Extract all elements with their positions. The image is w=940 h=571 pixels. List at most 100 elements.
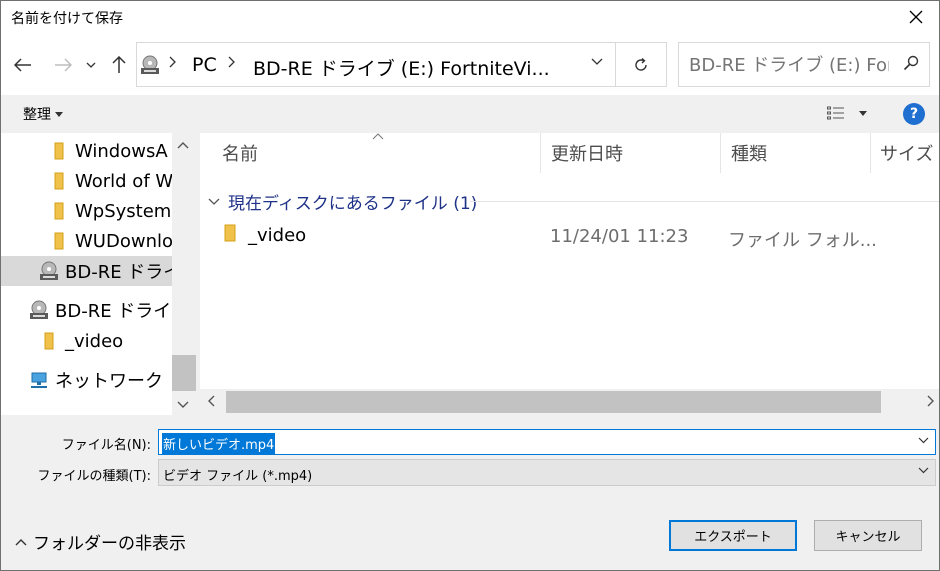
file-list: 名前 更新日時 種類 サイズ 現在ディスクにあるファイル (1) _video … — [200, 133, 939, 415]
group-header[interactable]: 現在ディスクにあるファイル (1) — [208, 189, 939, 214]
column-header-size[interactable]: サイズ — [870, 133, 939, 173]
tree-item-wpsystem[interactable]: WpSystem — [49, 196, 171, 226]
search-icon — [903, 55, 919, 71]
tree-item-label: BD-RE ドライブ — [55, 301, 190, 322]
file-type: ファイル フォル... — [728, 230, 877, 251]
hide-folders-button[interactable]: フォルダーの非表示 — [15, 529, 186, 554]
close-icon — [909, 10, 923, 24]
chevron-up-icon[interactable] — [177, 141, 189, 149]
filetype-value: ビデオ ファイル (*.mp4) — [163, 469, 313, 484]
tree-item-label: ネットワーク — [55, 371, 163, 392]
scrollbar-thumb[interactable] — [226, 391, 881, 413]
bd-drive-icon — [39, 261, 59, 281]
scrollbar-thumb[interactable] — [172, 355, 196, 391]
file-date: 11/24/01 11:23 — [550, 226, 689, 247]
navigation-bar: PC BD-RE ドライブ (E:) FortniteVi... — [1, 33, 939, 95]
tree-item-label: WpSystem — [75, 200, 172, 222]
chevron-down-icon[interactable] — [918, 437, 929, 444]
breadcrumb-pc[interactable]: PC — [192, 54, 217, 76]
column-date-label: 更新日時 — [551, 144, 623, 165]
up-button[interactable] — [105, 51, 133, 79]
chevron-down-icon — [86, 62, 96, 68]
tree-item-windowsa[interactable]: WindowsA — [49, 136, 168, 166]
organize-button[interactable]: 整理 — [23, 104, 63, 124]
bd-drive-icon — [29, 300, 49, 320]
cancel-button[interactable]: キャンセル — [814, 520, 922, 551]
tree-item-label: WUDownlo — [75, 230, 173, 252]
column-name-label: 名前 — [222, 144, 258, 165]
save-form: ファイル名(N): 新しいビデオ.mp4 ファイルの種類(T): ビデオ ファイ… — [1, 415, 939, 570]
horizontal-scrollbar[interactable] — [200, 389, 939, 415]
arrow-up-icon — [112, 56, 126, 73]
tree-item-network[interactable]: ネットワーク — [29, 365, 163, 395]
filetype-label: ファイルの種類(T): — [37, 469, 151, 484]
filetype-select[interactable]: ビデオ ファイル (*.mp4) — [158, 459, 936, 486]
folder-icon — [49, 201, 69, 221]
save-dialog: 名前を付けて保存 PC BD-RE ドライブ (E:) FortniteVi..… — [0, 0, 940, 571]
column-size-label: サイズ — [880, 144, 934, 165]
filename-input[interactable]: 新しいビデオ.mp4 — [158, 429, 936, 455]
arrow-right-icon — [55, 58, 72, 72]
folder-icon — [39, 331, 59, 351]
breadcrumb-drive[interactable]: BD-RE ドライブ (E:) FortniteVi... — [253, 54, 550, 81]
caret-down-icon — [55, 111, 63, 117]
hide-folders-label: フォルダーの非表示 — [33, 534, 186, 554]
tree-item-world-of-w[interactable]: World of W — [49, 166, 173, 196]
chevron-down-icon[interactable] — [591, 58, 603, 66]
filename-value: 新しいビデオ.mp4 — [162, 433, 276, 454]
help-button[interactable]: ? — [903, 103, 925, 125]
folder-icon — [224, 224, 236, 247]
title-bar: 名前を付けて保存 — [1, 1, 939, 33]
column-header-date[interactable]: 更新日時 — [541, 133, 721, 173]
group-label: 現在ディスクにあるファイル (1) — [228, 194, 478, 214]
export-button[interactable]: エクスポート — [669, 520, 797, 551]
filename-label: ファイル名(N): — [61, 438, 151, 453]
navigation-scrollbar[interactable] — [172, 133, 196, 415]
tree-item-label: World of W — [75, 170, 174, 192]
tree-item-bd-drive[interactable]: BD-RE ドライブ — [29, 295, 189, 325]
chevron-right-icon — [169, 56, 176, 68]
arrow-left-icon — [14, 58, 31, 72]
organize-label: 整理 — [23, 107, 51, 123]
caret-down-icon — [859, 110, 867, 116]
search-box[interactable] — [678, 42, 930, 87]
search-input[interactable] — [689, 53, 889, 77]
tree-item-label: WindowsA — [75, 140, 168, 162]
bd-drive-icon — [141, 55, 159, 74]
folder-icon — [49, 171, 69, 191]
tree-item-label: _video — [65, 330, 124, 352]
chevron-right-icon — [228, 56, 235, 68]
command-toolbar: 整理 ? — [1, 95, 939, 133]
chevron-down-icon — [918, 467, 929, 474]
file-name: _video — [248, 225, 307, 246]
address-bar[interactable]: PC BD-RE ドライブ (E:) FortniteVi... — [136, 42, 616, 87]
folder-icon — [49, 231, 69, 251]
column-type-label: 種類 — [731, 144, 767, 165]
help-icon: ? — [909, 106, 919, 122]
tree-item-bd-drive-selected[interactable]: BD-RE ドライブ — [1, 256, 196, 286]
window-title: 名前を付けて保存 — [11, 11, 123, 27]
folder-icon — [49, 141, 69, 161]
export-label: エクスポート — [694, 530, 772, 545]
column-header-type[interactable]: 種類 — [721, 133, 871, 173]
group-divider — [470, 201, 939, 202]
list-item[interactable]: _video 11/24/01 11:23 ファイル フォル... — [200, 221, 939, 251]
chevron-up-icon — [15, 538, 27, 545]
network-icon — [29, 370, 49, 390]
refresh-button[interactable] — [615, 42, 667, 87]
change-view-button[interactable] — [827, 106, 867, 120]
chevron-right-icon[interactable] — [927, 395, 935, 407]
forward-button[interactable] — [49, 51, 77, 79]
tree-item-wudownlo[interactable]: WUDownlo — [49, 226, 173, 256]
recent-locations-button[interactable] — [81, 51, 101, 79]
close-button[interactable] — [893, 1, 939, 33]
cancel-label: キャンセル — [835, 530, 901, 545]
back-button[interactable] — [9, 51, 37, 79]
refresh-icon — [635, 57, 647, 71]
navigation-pane: WindowsA World of W WpSystem WUDownlo BD… — [1, 133, 196, 415]
tree-item-video[interactable]: _video — [39, 326, 123, 356]
chevron-left-icon[interactable] — [207, 395, 215, 407]
column-header-name[interactable]: 名前 — [212, 133, 541, 173]
chevron-down-icon[interactable] — [177, 401, 189, 409]
chevron-down-icon — [208, 198, 220, 205]
